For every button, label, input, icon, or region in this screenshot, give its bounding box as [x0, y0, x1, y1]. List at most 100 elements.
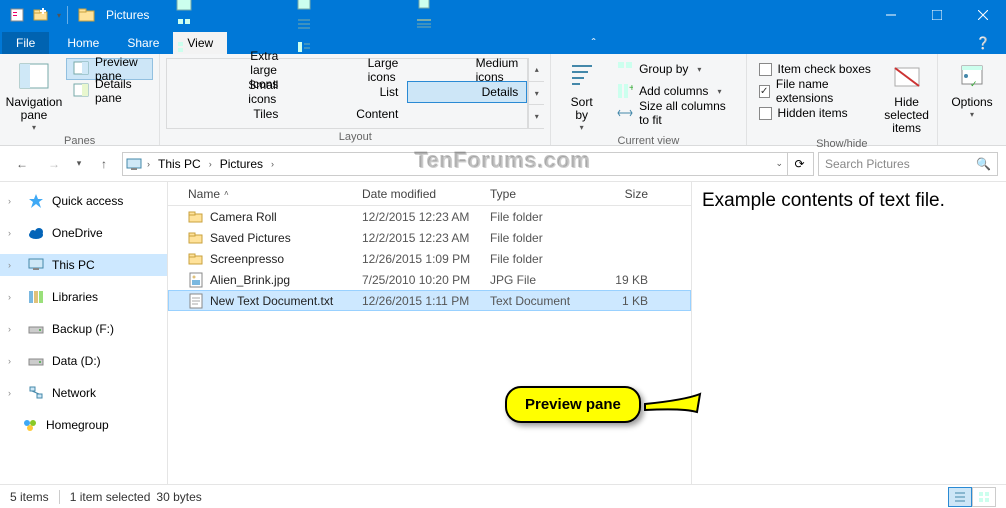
nav-this-pc[interactable]: ›This PC	[0, 254, 167, 276]
layout-scroll-up[interactable]: ▴	[529, 58, 544, 82]
drive-icon	[28, 353, 44, 369]
layout-gallery: Extra large icons Large icons Medium ico…	[166, 58, 528, 129]
column-size[interactable]: Size	[582, 187, 654, 201]
status-bar: 5 items 1 item selected 30 bytes	[0, 484, 1006, 508]
size-columns-button[interactable]: Size all columns to fit	[610, 102, 739, 124]
minimize-button[interactable]	[868, 0, 914, 30]
cloud-icon	[28, 225, 44, 241]
breadcrumb-this-pc[interactable]: This PC	[154, 157, 205, 171]
hidden-items-toggle[interactable]: Hidden items	[753, 102, 879, 124]
drive-icon	[28, 321, 44, 337]
expand-icon[interactable]: ›	[8, 388, 18, 398]
breadcrumb-pictures[interactable]: Pictures	[216, 157, 267, 171]
column-headers: Name ˄ Date modified Type Size	[168, 182, 691, 206]
tab-home[interactable]: Home	[53, 32, 113, 54]
cell-name: Alien_Brink.jpg	[182, 272, 356, 288]
details-pane-button[interactable]: Details pane	[66, 80, 153, 102]
file-row[interactable]: New Text Document.txt12/26/2015 1:11 PMT…	[168, 290, 691, 311]
dropdown-icon: ▾	[32, 124, 36, 133]
details-view-button[interactable]	[948, 487, 972, 507]
file-extensions-toggle[interactable]: ✓File name extensions	[753, 80, 879, 102]
file-row[interactable]: Saved Pictures12/2/2015 12:23 AMFile fol…	[168, 227, 691, 248]
chevron-right-icon[interactable]: ›	[145, 159, 152, 169]
cell-type: Text Document	[484, 294, 582, 308]
expand-icon[interactable]: ›	[8, 292, 18, 302]
svg-text:✓: ✓	[970, 79, 978, 89]
network-icon	[28, 385, 44, 401]
cell-type: JPG File	[484, 273, 582, 287]
search-icon: 🔍	[976, 157, 991, 171]
layout-expand[interactable]: ▾	[529, 105, 544, 129]
file-row[interactable]: Alien_Brink.jpg7/25/2010 10:20 PMJPG Fil…	[168, 269, 691, 290]
new-folder-icon[interactable]	[30, 4, 52, 26]
properties-icon[interactable]	[6, 4, 28, 26]
navigation-pane-button[interactable]: Navigation pane ▾	[6, 58, 62, 133]
breadcrumb[interactable]: › This PC › Pictures › ⌄ ⟳	[122, 152, 814, 176]
layout-content[interactable]: Content	[287, 103, 407, 125]
content-area: ›Quick access ›OneDrive ›This PC ›Librar…	[0, 182, 1006, 484]
history-dropdown[interactable]: ▾	[72, 150, 86, 178]
expand-icon[interactable]: ›	[8, 356, 18, 366]
callout-tail-icon	[645, 390, 725, 430]
layout-tiles[interactable]: Tiles	[167, 103, 287, 125]
nav-network[interactable]: ›Network	[0, 382, 167, 404]
hide-selected-button[interactable]: Hide selected items	[882, 58, 931, 136]
ribbon-collapse-button[interactable]: ˆ	[571, 36, 617, 54]
breadcrumb-dropdown[interactable]: ⌄	[773, 158, 785, 169]
preview-pane-icon	[73, 61, 89, 77]
file-list: Name ˄ Date modified Type Size Camera Ro…	[168, 182, 691, 484]
tab-share[interactable]: Share	[113, 32, 173, 54]
navigation-tree: ›Quick access ›OneDrive ›This PC ›Librar…	[0, 182, 168, 484]
expand-icon[interactable]: ›	[8, 196, 18, 206]
chevron-right-icon[interactable]: ›	[269, 159, 276, 169]
group-layout: Extra large icons Large icons Medium ico…	[160, 54, 551, 145]
expand-icon[interactable]: ›	[8, 324, 18, 334]
file-row[interactable]: Camera Roll12/2/2015 12:23 AMFile folder	[168, 206, 691, 227]
ribbon: Navigation pane ▾ Preview pane Details p…	[0, 54, 1006, 146]
column-type[interactable]: Type	[484, 187, 582, 201]
separator	[59, 490, 60, 504]
status-selection: 1 item selected	[70, 490, 151, 504]
homegroup-icon	[22, 417, 38, 433]
tab-file[interactable]: File	[2, 32, 49, 54]
hide-icon	[891, 62, 923, 94]
nav-backup[interactable]: ›Backup (F:)	[0, 318, 167, 340]
forward-button[interactable]: →	[40, 150, 68, 178]
group-by-button[interactable]: Group by▾	[610, 58, 739, 80]
column-name[interactable]: Name ˄	[182, 187, 356, 201]
back-button[interactable]: ←	[8, 150, 36, 178]
chevron-right-icon[interactable]: ›	[207, 159, 214, 169]
thumbnails-view-button[interactable]	[972, 487, 996, 507]
nav-homegroup[interactable]: Homegroup	[0, 414, 167, 436]
nav-quick-access[interactable]: ›Quick access	[0, 190, 167, 212]
refresh-button[interactable]: ⟳	[787, 153, 811, 175]
group-show-hide-label: Show/hide	[753, 136, 931, 152]
address-bar: ← → ▾ ↑ › This PC › Pictures › ⌄ ⟳ Searc…	[0, 146, 1006, 182]
options-button[interactable]: ✓ Options ▾	[944, 58, 1000, 129]
search-placeholder: Search Pictures	[825, 157, 970, 171]
callout-text: Preview pane	[525, 396, 621, 413]
file-row[interactable]: Screenpresso12/26/2015 1:09 PMFile folde…	[168, 248, 691, 269]
checkbox-icon	[759, 107, 772, 120]
expand-icon[interactable]: ›	[8, 228, 18, 238]
nav-libraries[interactable]: ›Libraries	[0, 286, 167, 308]
qat-dropdown-icon[interactable]: ▾	[57, 11, 61, 20]
search-input[interactable]: Search Pictures 🔍	[818, 152, 998, 176]
sort-by-button[interactable]: Sort by ▾	[557, 58, 606, 133]
nav-data[interactable]: ›Data (D:)	[0, 350, 167, 372]
maximize-button[interactable]	[914, 0, 960, 30]
group-show-hide: Item check boxes ✓File name extensions H…	[747, 54, 938, 145]
help-button[interactable]: ❔	[960, 36, 1006, 54]
nav-onedrive[interactable]: ›OneDrive	[0, 222, 167, 244]
cell-type: File folder	[484, 210, 582, 224]
cell-name: Saved Pictures	[182, 230, 356, 246]
up-button[interactable]: ↑	[90, 150, 118, 178]
expand-icon[interactable]: ›	[8, 260, 18, 270]
layout-scroll-down[interactable]: ▾	[529, 82, 544, 106]
layout-details[interactable]: Details	[407, 81, 527, 103]
ribbon-tabs: File Home Share View ˆ ❔	[0, 30, 1006, 54]
close-button[interactable]	[960, 0, 1006, 30]
view-mode-buttons	[948, 487, 996, 507]
layout-scroll: ▴ ▾ ▾	[528, 58, 544, 129]
column-date[interactable]: Date modified	[356, 187, 484, 201]
